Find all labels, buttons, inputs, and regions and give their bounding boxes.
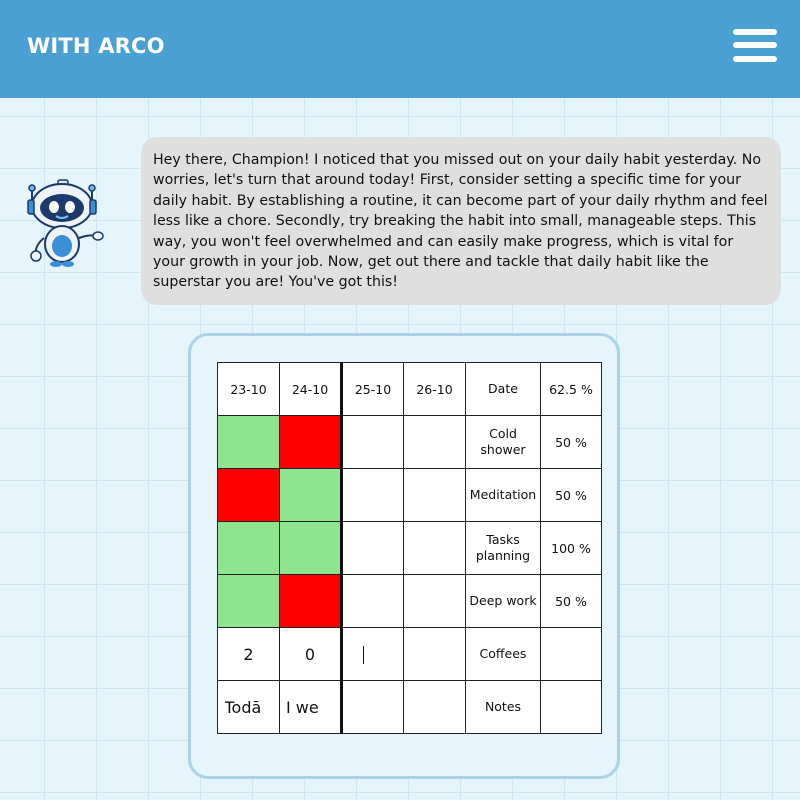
- coffees-row: 2 0 Coffees: [217, 627, 602, 681]
- menu-line: [733, 56, 777, 62]
- habit-day-cell-done[interactable]: [279, 468, 342, 522]
- habit-percent-cell: 50 %: [540, 468, 602, 522]
- habit-day-cell-empty[interactable]: [403, 415, 466, 469]
- date-header-cell: 25-10: [340, 362, 404, 416]
- habit-row: Tasks planning 100 %: [217, 521, 602, 575]
- coffees-empty-cell: [540, 627, 602, 681]
- coffees-input-cell[interactable]: 2: [217, 627, 280, 681]
- date-label-cell: Date: [465, 362, 541, 416]
- menu-line: [733, 29, 777, 35]
- habit-day-cell-empty[interactable]: [340, 415, 404, 469]
- hamburger-menu-icon[interactable]: [733, 29, 777, 63]
- habit-day-cell-done[interactable]: [217, 574, 280, 628]
- notes-input-cell[interactable]: [403, 680, 466, 734]
- notes-row: Todā I we Notes: [217, 680, 602, 734]
- notes-input-cell[interactable]: I we: [279, 680, 342, 734]
- coffees-label-cell: Coffees: [465, 627, 541, 681]
- habit-percent-cell: 50 %: [540, 574, 602, 628]
- notes-label-cell: Notes: [465, 680, 541, 734]
- habit-day-cell-empty[interactable]: [403, 521, 466, 575]
- coffees-input-cell[interactable]: [340, 627, 404, 681]
- habit-label-cell: Meditation: [465, 468, 541, 522]
- habit-tracker-table: 23-10 24-10 25-10 26-10 Date 62.5 % Cold showe…: [217, 362, 602, 734]
- menu-line: [733, 42, 777, 48]
- date-header-row: 23-10 24-10 25-10 26-10 Date 62.5 %: [217, 362, 602, 416]
- notes-text: Todā: [224, 697, 262, 717]
- notes-input-cell[interactable]: Todā: [217, 680, 280, 734]
- habit-row: Deep work 50 %: [217, 574, 602, 628]
- robot-mascot-icon: [22, 176, 106, 270]
- habit-day-cell-missed[interactable]: [279, 574, 342, 628]
- assistant-message-bubble: Hey there, Champion! I noticed that you …: [141, 137, 781, 305]
- habit-label-cell: Deep work: [465, 574, 541, 628]
- habit-day-cell-empty[interactable]: [340, 468, 404, 522]
- date-header-cell: 26-10: [403, 362, 466, 416]
- habit-label-cell: Tasks planning: [465, 521, 541, 575]
- overall-percent-cell: 62.5 %: [540, 362, 602, 416]
- habit-day-cell-done[interactable]: [217, 415, 280, 469]
- habit-row: Meditation 50 %: [217, 468, 602, 522]
- date-header-cell: 23-10: [217, 362, 280, 416]
- habit-day-cell-empty[interactable]: [340, 574, 404, 628]
- date-header-cell: 24-10: [279, 362, 342, 416]
- notes-text: I we: [286, 697, 319, 717]
- text-cursor: [362, 645, 364, 664]
- habit-percent-cell: 50 %: [540, 415, 602, 469]
- brand-title: WITH ARCO: [27, 34, 165, 58]
- habit-label-cell: Cold shower: [465, 415, 541, 469]
- notes-input-cell[interactable]: [340, 680, 404, 734]
- notes-empty-cell: [540, 680, 602, 734]
- coffees-input-cell[interactable]: 0: [279, 627, 342, 681]
- habit-day-cell-missed[interactable]: [279, 415, 342, 469]
- habit-day-cell-empty[interactable]: [403, 468, 466, 522]
- habit-day-cell-empty[interactable]: [340, 521, 404, 575]
- habit-day-cell-done[interactable]: [217, 521, 280, 575]
- habit-day-cell-empty[interactable]: [403, 574, 466, 628]
- habit-day-cell-done[interactable]: [279, 521, 342, 575]
- habit-row: Cold shower 50 %: [217, 415, 602, 469]
- habit-percent-cell: 100 %: [540, 521, 602, 575]
- app-header: WITH ARCO: [0, 0, 800, 98]
- habit-day-cell-missed[interactable]: [217, 468, 280, 522]
- coffees-input-cell[interactable]: [403, 627, 466, 681]
